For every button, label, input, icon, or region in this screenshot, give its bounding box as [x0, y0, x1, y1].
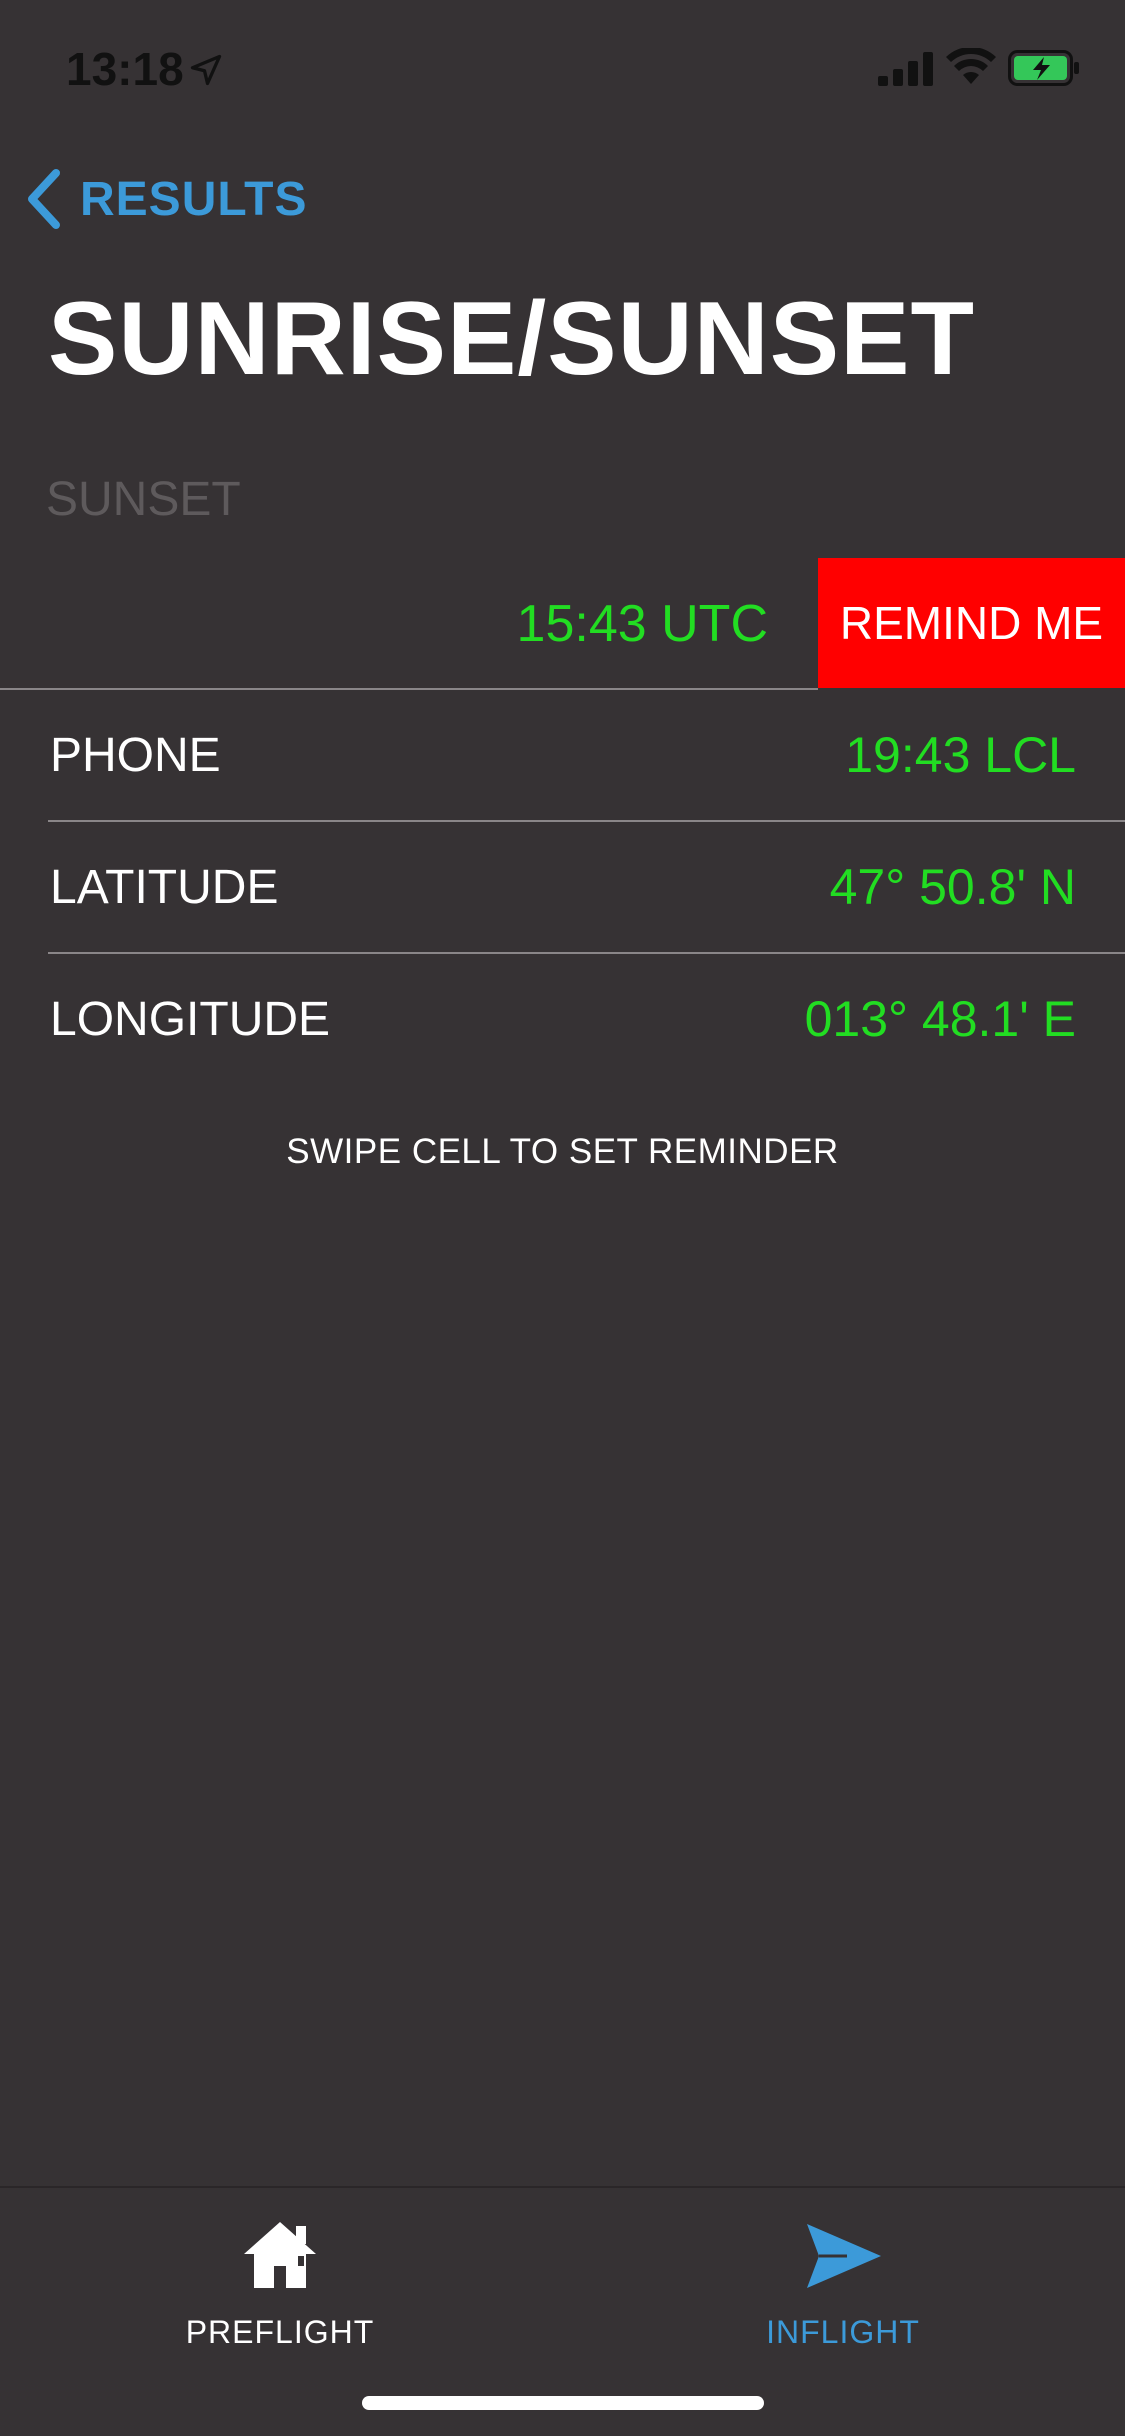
swipe-hint-text: SWIPE CELL TO SET REMINDER — [286, 1132, 839, 1171]
row-label: PHONE — [50, 729, 221, 782]
status-bar: 13:18 — [0, 0, 1125, 132]
row-value: 19:43 LCL — [845, 727, 1076, 783]
row-value: 013° 48.1' E — [804, 991, 1076, 1047]
row-label: LONGITUDE — [50, 993, 331, 1046]
tab-label: PREFLIGHT — [185, 2314, 375, 2350]
sunset-time-cell[interactable]: 15:43 UTC REMIND ME — [0, 558, 1125, 688]
paper-plane-icon — [807, 2224, 881, 2288]
section-header: SUNSET — [46, 473, 241, 526]
battery-charging-icon — [1008, 50, 1079, 86]
list-item-longitude: LONGITUDE 013° 48.1' E — [0, 954, 1125, 1084]
wifi-icon — [946, 48, 996, 84]
back-button[interactable]: RESULTS — [24, 164, 307, 234]
chevron-left-icon — [28, 169, 60, 229]
location-arrow-icon — [190, 54, 222, 86]
list-item-latitude: LATITUDE 47° 50.8' N — [0, 822, 1125, 952]
back-button-label: RESULTS — [80, 172, 308, 226]
sunrise-sunset-screen: 13:18 RESULTS SUNRISE/SUNSET SUNSET 15:4… — [0, 0, 1125, 2436]
sunset-utc-value: 15:43 UTC — [516, 595, 768, 653]
row-value: 47° 50.8' N — [829, 859, 1076, 915]
cellular-signal-icon — [878, 52, 933, 86]
tab-preflight[interactable]: PREFLIGHT — [130, 2206, 430, 2356]
page-title: SUNRISE/SUNSET — [48, 281, 976, 397]
tab-inflight[interactable]: INFLIGHT — [693, 2206, 993, 2356]
status-time: 13:18 — [66, 43, 184, 95]
house-icon — [244, 2222, 316, 2288]
list-item-phone: PHONE 19:43 LCL — [0, 690, 1125, 820]
row-label: LATITUDE — [50, 861, 279, 914]
home-indicator[interactable] — [362, 2396, 764, 2410]
remind-me-button[interactable]: REMIND ME — [818, 558, 1125, 688]
tab-label: INFLIGHT — [766, 2314, 920, 2350]
